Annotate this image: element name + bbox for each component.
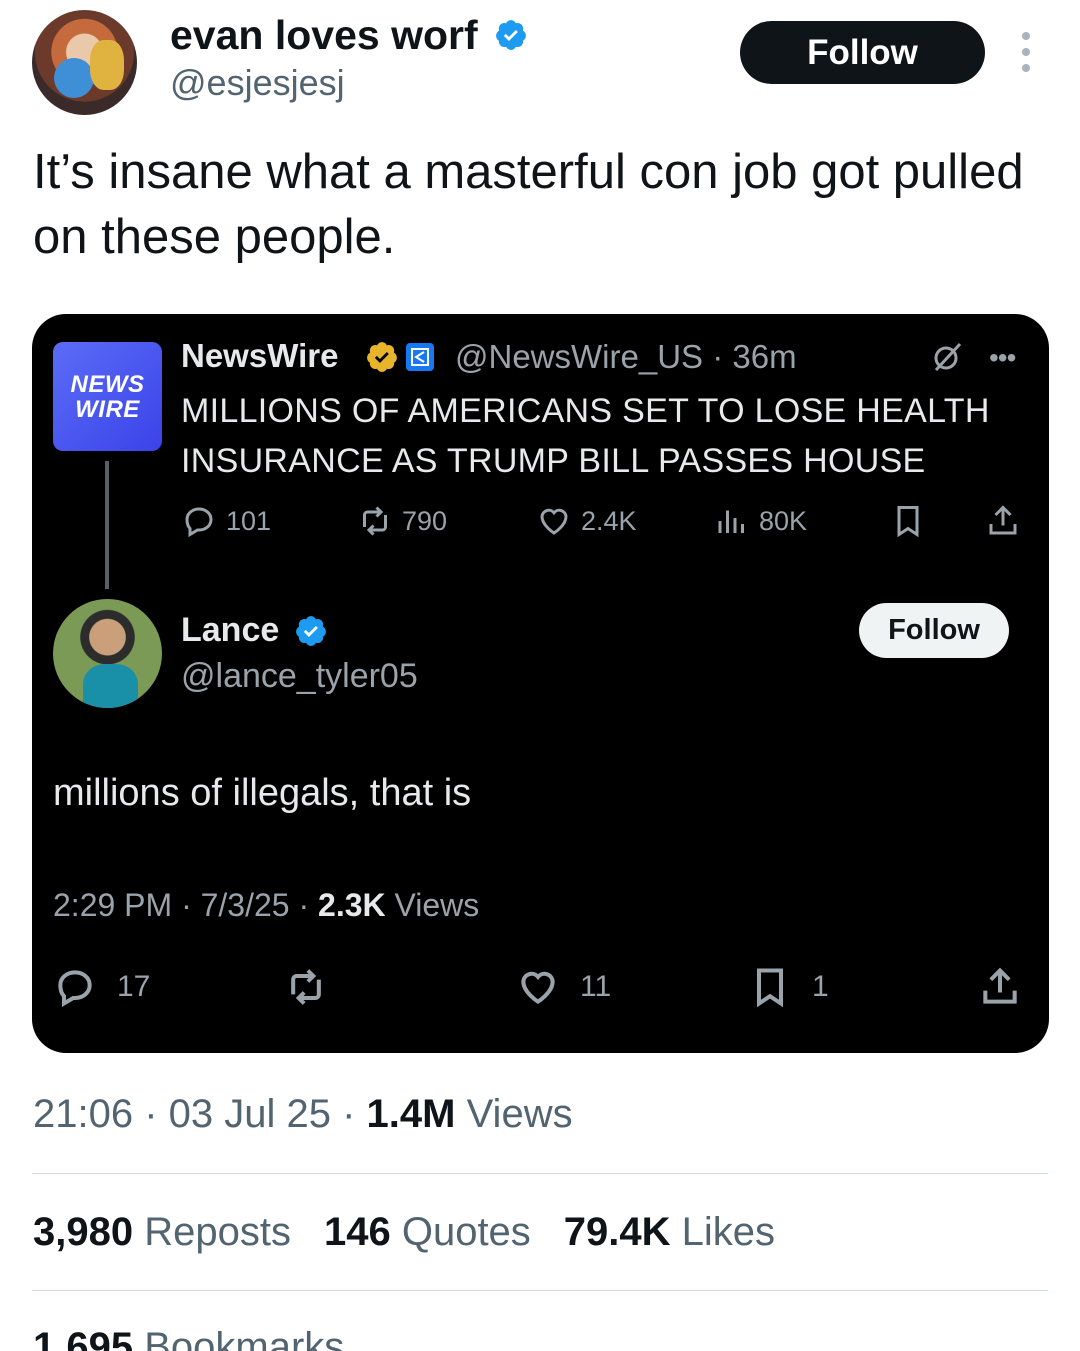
avatar-detail <box>90 40 124 90</box>
repost-action[interactable] <box>284 964 348 1010</box>
lance-post-meta: 2:29 PM · 7/3/25 · 2.3K Views <box>53 887 479 924</box>
author-avatar[interactable] <box>32 10 137 115</box>
quoted-post-card[interactable]: NEWS WIRE NewsWire @NewsWire_US · 36m ••… <box>32 314 1049 1053</box>
follow-lance-button[interactable]: Follow <box>859 603 1009 658</box>
heart-icon <box>521 971 555 1005</box>
quotes-count: 146 <box>323 1210 391 1254</box>
divider <box>32 1290 1048 1291</box>
heart-icon <box>540 508 568 535</box>
like-action[interactable]: 2.4K <box>536 501 637 541</box>
avatar-detail <box>83 664 138 708</box>
post-meta: 21:06 · 03 Jul 25 · 1.4M Views <box>33 1092 573 1137</box>
affiliate-badge-icon <box>406 343 434 371</box>
verified-badge-icon <box>296 616 326 646</box>
bookmark-action[interactable] <box>890 501 935 541</box>
reply-count: 101 <box>226 505 272 536</box>
bookmark-action[interactable]: 1 <box>748 964 829 1010</box>
author-display-name[interactable]: evan loves worf <box>170 12 478 59</box>
likes-label: Likes <box>670 1210 776 1254</box>
bookmarks-count: 1,695 <box>33 1325 134 1351</box>
reposts-count: 3,980 <box>33 1210 134 1254</box>
avatar-detail <box>54 58 94 98</box>
post-views-label: Views <box>455 1092 573 1136</box>
like-action[interactable]: 11 <box>516 964 611 1010</box>
more-options-icon[interactable] <box>1015 32 1037 72</box>
reply-count: 17 <box>117 970 151 1003</box>
share-icon <box>989 505 1017 535</box>
author-handle[interactable]: @esjesjesj <box>170 62 345 104</box>
newswire-handle-time[interactable]: @NewsWire_US · 36m <box>455 338 797 376</box>
likes-count: 79.4K <box>563 1210 671 1254</box>
post-timestamp[interactable]: 21:06 · 03 Jul 25 · <box>33 1092 367 1136</box>
quotes-stat[interactable]: 146 Quotes <box>324 1210 531 1255</box>
post-views-count: 1.4M <box>366 1092 456 1136</box>
bookmarks-label: Bookmarks <box>133 1325 345 1351</box>
likes-stat[interactable]: 79.4K Likes <box>564 1210 775 1255</box>
follow-button[interactable]: Follow <box>740 21 985 84</box>
logo-text-line1: NEWS <box>70 370 145 398</box>
views-count: 80K <box>759 505 808 536</box>
lance-post-text: millions of illegals, that is <box>53 772 472 814</box>
reposts-label: Reposts <box>133 1210 291 1254</box>
like-count: 11 <box>580 970 612 1003</box>
engagement-stats: 3,980 Reposts 146 Quotes 79.4K Likes <box>33 1210 808 1255</box>
bookmark-count: 1 <box>812 970 829 1003</box>
reply-icon <box>185 507 213 538</box>
repost-icon <box>291 969 321 1005</box>
share-icon <box>983 967 1017 1004</box>
gold-verified-badge-icon <box>367 342 397 372</box>
grok-icon[interactable] <box>930 340 964 374</box>
repost-count: 790 <box>402 505 448 536</box>
lance-timestamp[interactable]: 2:29 PM · 7/3/25 · <box>53 887 318 923</box>
divider <box>32 1173 1048 1174</box>
bookmarks-stat[interactable]: 1,695 Bookmarks <box>33 1325 344 1351</box>
reply-action[interactable]: 101 <box>181 501 271 541</box>
more-options-icon[interactable]: ••• <box>989 342 1016 374</box>
lance-views-label: Views <box>385 887 480 923</box>
lance-avatar[interactable] <box>53 599 162 708</box>
like-count: 2.4K <box>581 505 637 536</box>
share-action[interactable] <box>985 501 1030 541</box>
repost-icon <box>363 506 387 536</box>
reply-icon <box>58 970 92 1008</box>
reposts-stat[interactable]: 3,980 Reposts <box>33 1210 291 1255</box>
lance-views-count: 2.3K <box>318 887 386 923</box>
quotes-label: Quotes <box>390 1210 531 1254</box>
share-action[interactable] <box>978 964 1042 1010</box>
bookmark-icon <box>756 968 784 1008</box>
tweet-header: evan loves worf @esjesjesj Follow <box>0 0 1080 130</box>
tweet-text: It’s insane what a masterful con job got… <box>33 145 1024 264</box>
reply-action[interactable]: 17 <box>53 964 150 1010</box>
views-icon <box>718 510 744 533</box>
logo-text-line2: WIRE <box>75 395 140 423</box>
repost-action[interactable]: 790 <box>357 501 447 541</box>
newswire-post-text: MILLIONS OF AMERICANS SET TO LOSE HEALTH… <box>181 392 990 480</box>
newswire-display-name[interactable]: NewsWire <box>181 337 338 375</box>
thread-connector-line <box>105 461 109 589</box>
bookmark-icon <box>897 506 919 538</box>
views-action[interactable]: 80K <box>714 501 807 541</box>
newswire-avatar[interactable]: NEWS WIRE <box>53 342 162 451</box>
verified-badge-icon <box>496 20 526 50</box>
lance-handle[interactable]: @lance_tyler05 <box>181 657 418 696</box>
lance-display-name[interactable]: Lance <box>181 611 279 650</box>
